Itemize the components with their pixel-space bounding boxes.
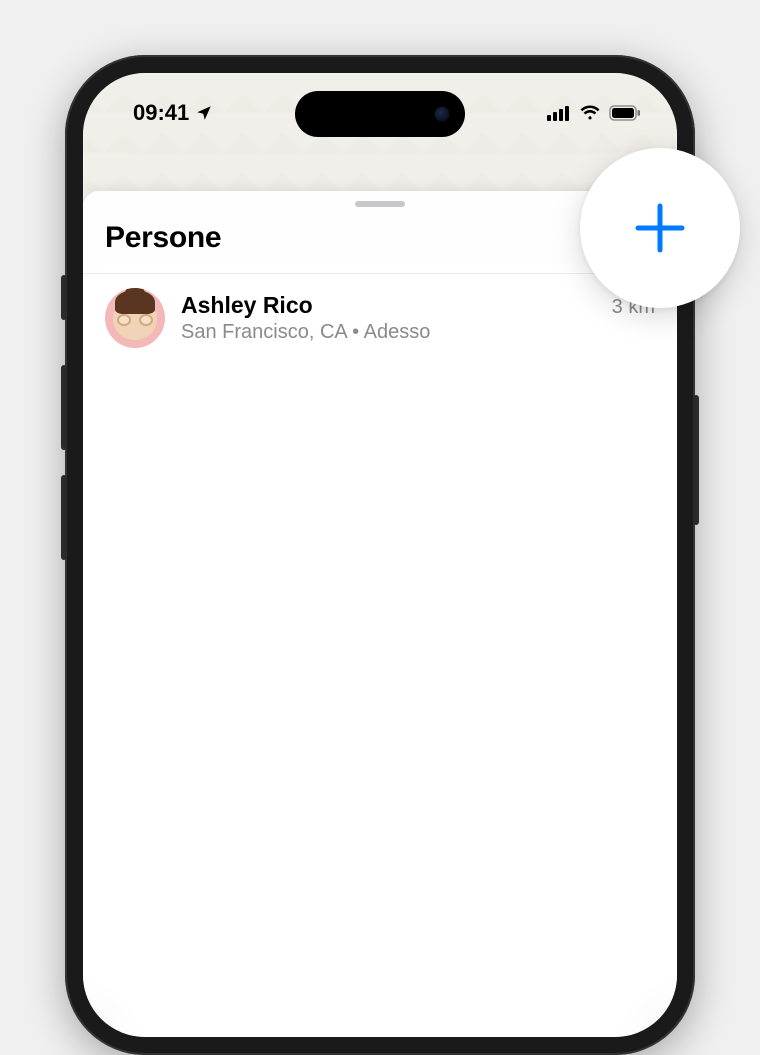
phone-power-button: [693, 395, 699, 525]
plus-icon: [630, 198, 690, 258]
status-left: 09:41: [133, 100, 213, 126]
avatar: [105, 288, 165, 348]
status-bar: 09:41: [83, 73, 677, 137]
person-name: Ashley Rico: [181, 292, 596, 319]
status-time: 09:41: [133, 100, 189, 126]
phone-volume-up: [61, 365, 67, 450]
list-item[interactable]: Ashley Rico San Francisco, CA • Adesso 3…: [83, 274, 677, 362]
location-arrow-icon: [195, 104, 213, 122]
person-info: Ashley Rico San Francisco, CA • Adesso: [181, 292, 596, 344]
person-location: San Francisco, CA • Adesso: [181, 321, 596, 344]
page-title: Persone: [105, 221, 221, 255]
cellular-signal-icon: [547, 105, 571, 121]
add-button[interactable]: [580, 148, 740, 308]
battery-icon: [609, 105, 641, 121]
phone-volume-down: [61, 475, 67, 560]
status-right: [547, 105, 641, 121]
phone-side-button: [61, 275, 67, 320]
wifi-icon: [579, 105, 601, 121]
bottom-sheet[interactable]: Persone Ashley Rico San Francisco, CA • …: [83, 191, 677, 1037]
